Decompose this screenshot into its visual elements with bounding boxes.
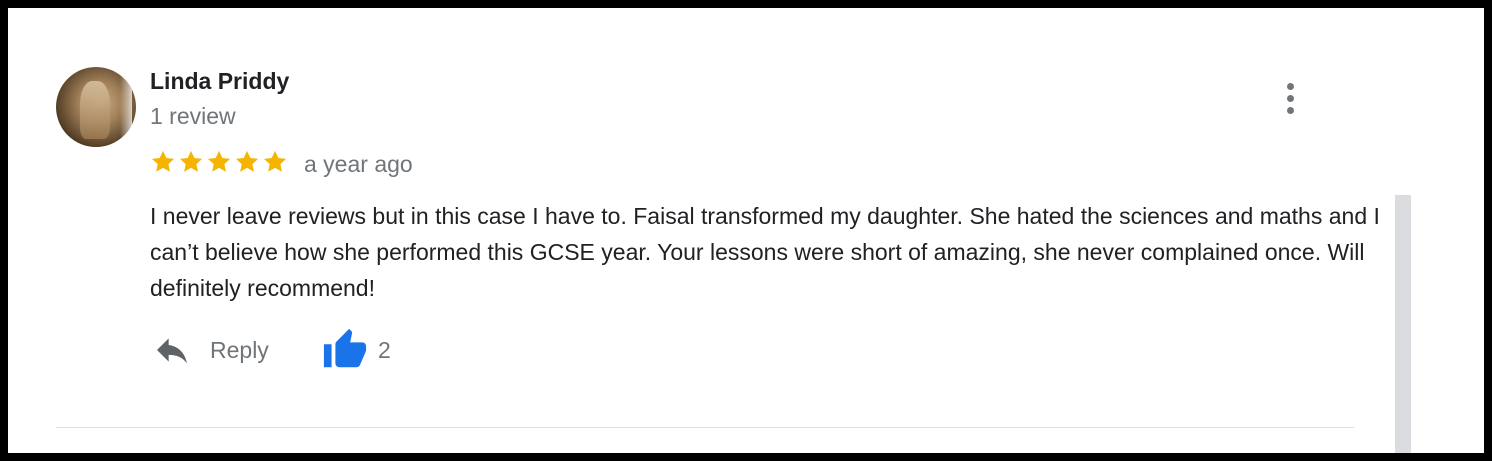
star-rating	[149, 148, 289, 176]
author-review-count: 1 review	[150, 103, 236, 129]
more-vert-icon[interactable]	[1276, 78, 1304, 118]
review-date: a year ago	[304, 151, 413, 177]
divider	[56, 427, 1354, 428]
scrollbar[interactable]	[1395, 195, 1411, 453]
like-button[interactable]: 2	[320, 326, 391, 374]
star-icon	[208, 150, 231, 172]
like-count: 2	[378, 336, 391, 363]
thumbs-up-icon	[323, 328, 367, 368]
author-name[interactable]: Linda Priddy	[150, 68, 289, 95]
star-icon	[180, 150, 203, 172]
avatar-light	[120, 77, 132, 137]
star-icon	[264, 150, 287, 172]
reply-button[interactable]: Reply	[150, 326, 269, 374]
star-icon	[152, 150, 175, 172]
reply-label: Reply	[210, 336, 269, 363]
reply-arrow-icon	[157, 338, 187, 364]
avatar-figure	[80, 81, 110, 139]
star-icon	[236, 150, 259, 172]
avatar[interactable]	[56, 67, 136, 147]
review-card: Linda Priddy 1 review a year ago I never…	[8, 8, 1484, 453]
review-text: I never leave reviews but in this case I…	[150, 203, 1380, 301]
